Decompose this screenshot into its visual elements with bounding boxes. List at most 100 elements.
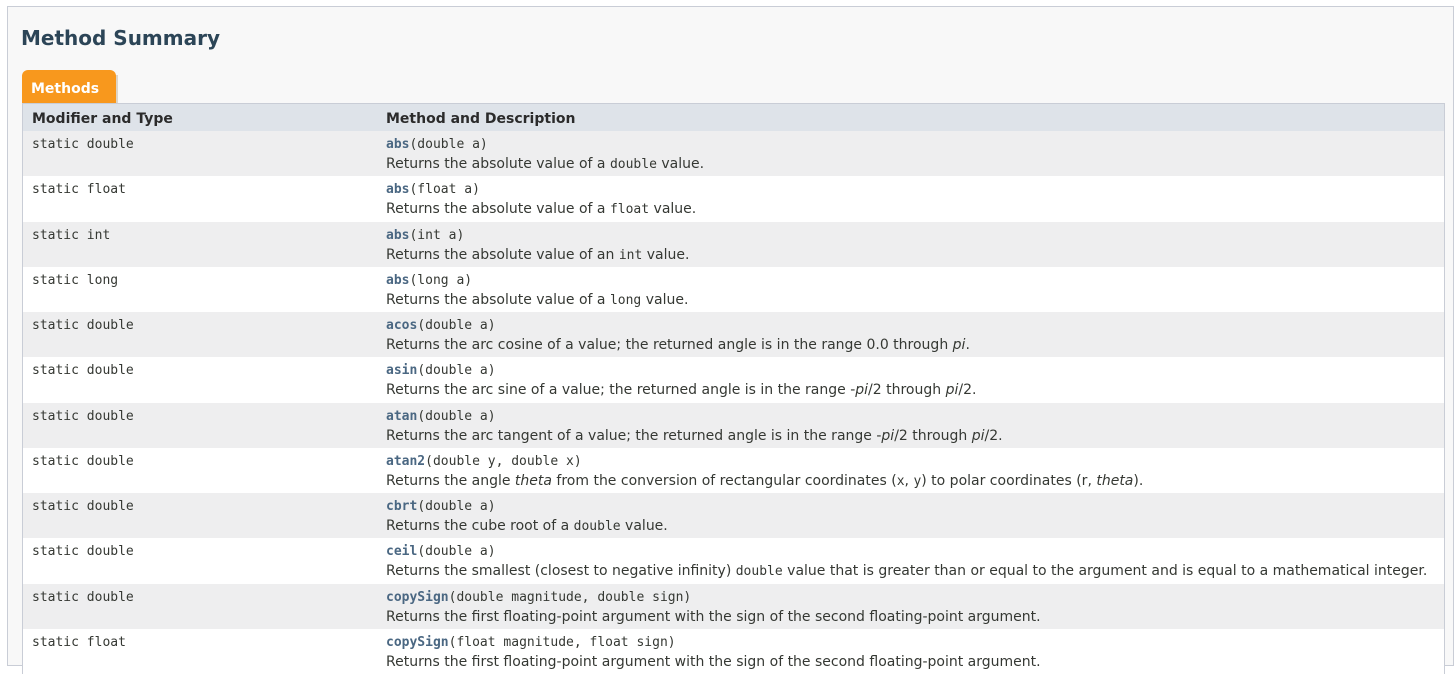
table-row: static double acos(double a) Returns the a… (23, 312, 1444, 358)
table-row: static double atan(double a) Returns the a… (23, 402, 1444, 448)
code-term: float (609, 202, 650, 218)
method-name-link[interactable]: abs (386, 137, 409, 152)
method-description: Returns the first floating-point argumen… (386, 654, 1041, 670)
modifier-type: static int (32, 227, 111, 243)
method-signature: abs(int a) (386, 228, 464, 243)
method-params: (double a) (417, 318, 496, 333)
description-text: ). (1133, 472, 1144, 489)
description-text: value. (642, 246, 690, 263)
tab-methods[interactable]: Methods (22, 70, 116, 104)
code-term: double (573, 519, 621, 534)
description-text: Returns the absolute value of a (386, 291, 610, 308)
description-text: Returns the angle (386, 472, 515, 489)
method-signature: atan2(double y, double x) (386, 454, 582, 469)
description-text: Returns the arc tangent of a value; the … (386, 427, 882, 444)
description-text: /2. (958, 382, 977, 399)
table-row: static double abs(double a) Returns the ab… (23, 131, 1444, 177)
table-row: static double copySign(double magnitude, … (23, 583, 1444, 629)
description-text: Returns the absolute value of an (386, 246, 619, 263)
method-params: (double magnitude, double sign) (448, 589, 692, 605)
description-text: /2 through (868, 382, 946, 399)
code-term: double (609, 157, 657, 172)
modifier-type: static double (32, 137, 134, 152)
description-text: value. (641, 291, 689, 308)
table-row: static float copySign(float magnitude, fl… (23, 628, 1444, 674)
table-row: static double asin(double a) Returns the a… (23, 357, 1444, 403)
description-text: Returns the first floating-point argumen… (386, 608, 1041, 625)
method-params: (double a) (417, 544, 496, 560)
method-name-link[interactable]: ceil (386, 544, 417, 559)
method-name-link[interactable]: cbrt (386, 499, 417, 514)
method-signature: copySign(float magnitude, float sign) (386, 635, 676, 650)
description-text: Returns the arc cosine of a value; the r… (386, 337, 953, 353)
method-name-link[interactable]: copySign (386, 635, 449, 650)
description-text: from the conversion of rectangular coord… (551, 472, 897, 489)
method-signature: cbrt(double a) (386, 499, 496, 514)
method-name-link[interactable]: acos (386, 318, 417, 333)
method-description: Returns the arc cosine of a value; the r… (386, 337, 970, 353)
modifier-type: static double (32, 363, 134, 379)
description-text: Returns the smallest (closest to negativ… (386, 563, 736, 580)
description-text: value that is greater than or equal to t… (782, 563, 1428, 580)
table-row: static float abs(float a) Returns the abso… (23, 176, 1444, 222)
method-description: Returns the angle theta from the convers… (386, 473, 1143, 489)
method-name-link[interactable]: copySign (386, 590, 449, 605)
description-text: value. (656, 156, 705, 172)
method-params: (int a) (409, 227, 465, 243)
section-title: Method Summary (21, 26, 221, 50)
table-row: static double atan2(double y, double x) Re… (23, 447, 1444, 493)
table-row: static double ceil(double a) Returns the s… (23, 538, 1444, 584)
emphasis-term: pi (945, 382, 959, 399)
method-signature: atan(double a) (386, 409, 496, 424)
description-text: ) to polar coordinates (r, (921, 472, 1097, 489)
modifier-type: static double (32, 589, 134, 605)
method-description: Returns the first floating-point argumen… (386, 609, 1041, 625)
tab-shadow (116, 75, 118, 104)
description-text: Returns the arc sine of a value; the ret… (386, 382, 856, 399)
table-row: static long abs(long a) Returns the absolu… (23, 266, 1444, 312)
method-description: Returns the arc tangent of a value; the … (386, 428, 1003, 444)
method-description: Returns the absolute value of a long val… (386, 292, 688, 308)
emphasis-term: pi (855, 382, 869, 399)
description-text: Returns the cube root of a (386, 518, 574, 534)
description-text: Returns the first floating-point argumen… (386, 653, 1041, 670)
modifier-type: static double (32, 318, 134, 333)
method-params: (double a) (417, 363, 496, 379)
method-params: (double a) (409, 137, 488, 152)
method-name-link[interactable]: abs (386, 182, 409, 197)
method-name-link[interactable]: asin (386, 363, 417, 378)
description-text: Returns the absolute value of a (386, 201, 610, 218)
emphasis-term: theta (514, 472, 552, 489)
method-params: (double a) (417, 408, 496, 424)
method-name-link[interactable]: abs (386, 228, 409, 243)
modifier-type: static float (32, 634, 126, 650)
method-name-link[interactable]: abs (386, 273, 409, 288)
method-signature: abs(long a) (386, 273, 472, 288)
method-name-link[interactable]: atan2 (386, 454, 425, 469)
description-text: /2 through (894, 427, 972, 444)
method-description: Returns the absolute value of a float va… (386, 201, 696, 217)
emphasis-term: pi (881, 427, 895, 444)
method-description: Returns the cube root of a double value. (386, 518, 668, 534)
method-params: (long a) (409, 272, 473, 288)
method-signature: asin(double a) (386, 363, 496, 378)
table-row: static int abs(int a) Returns the absolute… (23, 221, 1444, 267)
modifier-type: static float (32, 182, 126, 198)
method-params: (double a) (417, 499, 496, 514)
emphasis-term: theta (1096, 472, 1134, 489)
description-text: . (965, 337, 970, 353)
method-description: Returns the absolute value of an int val… (386, 247, 689, 263)
method-signature: abs(float a) (386, 182, 480, 197)
method-description: Returns the absolute value of a double v… (386, 156, 704, 172)
emphasis-term: pi (971, 427, 985, 444)
modifier-type: static double (32, 408, 134, 424)
method-description: Returns the arc sine of a value; the ret… (386, 382, 976, 398)
description-text: value. (649, 201, 697, 218)
modifier-type: static double (32, 499, 134, 514)
method-name-link[interactable]: atan (386, 409, 417, 424)
method-signature: copySign(double magnitude, double sign) (386, 590, 691, 605)
code-term: long (609, 292, 642, 308)
method-signature: ceil(double a) (386, 544, 496, 559)
description-text: /2. (984, 427, 1003, 444)
method-table: Modifier and Type Method and Description… (22, 103, 1445, 674)
